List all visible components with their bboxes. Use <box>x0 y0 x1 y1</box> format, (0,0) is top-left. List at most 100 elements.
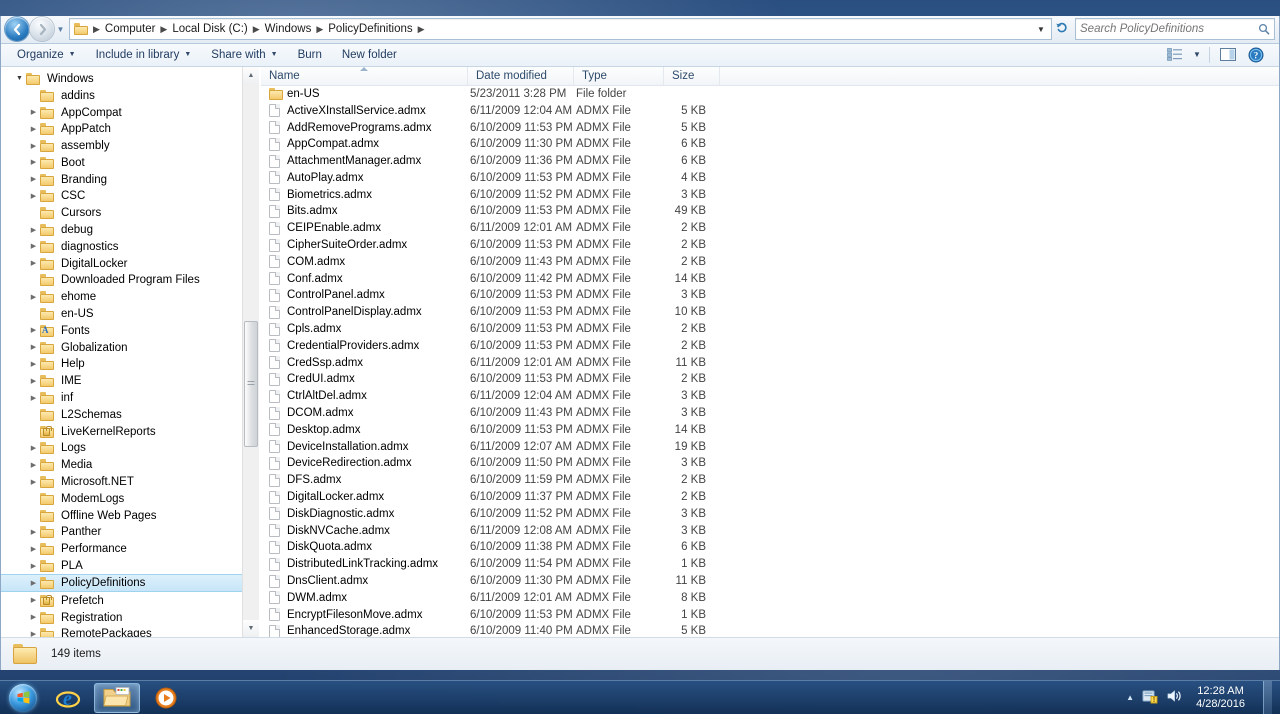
change-view-icon[interactable] <box>1162 45 1188 64</box>
file-row[interactable]: DiskDiagnostic.admx 6/10/2009 11:52 PM ADM… <box>261 505 1279 522</box>
expand-arrow-open-icon[interactable]: ▼ <box>13 75 26 82</box>
tree-item-cursors[interactable]: Cursors <box>1 205 259 222</box>
expand-arrow-closed-icon[interactable]: ▶ <box>27 193 40 200</box>
breadcrumb-item-local-disk[interactable]: Local Disk (C:) <box>169 21 250 37</box>
taskbar-internet-explorer[interactable]: e <box>45 683 91 713</box>
tree-item-addins[interactable]: addins <box>1 87 259 104</box>
file-row[interactable]: AttachmentManager.admx 6/10/2009 11:36 PM… <box>261 153 1279 170</box>
tree-item-panther[interactable]: ▶ Panther <box>1 524 259 541</box>
file-row[interactable]: AddRemovePrograms.admx 6/10/2009 11:53 PM… <box>261 119 1279 136</box>
expand-arrow-closed-icon[interactable]: ▶ <box>27 462 40 469</box>
include-in-library-button[interactable]: Include in library ▼ <box>86 45 202 65</box>
tree-item-policydefinitions[interactable]: ▶ PolicyDefinitions <box>1 574 259 593</box>
expand-arrow-closed-icon[interactable]: ▶ <box>27 344 40 351</box>
breadcrumb-item-windows[interactable]: Windows <box>262 21 315 37</box>
refresh-button[interactable] <box>1052 21 1072 38</box>
tree-item-ime[interactable]: ▶ IME <box>1 373 259 390</box>
file-row[interactable]: ControlPanel.admx 6/10/2009 11:53 PM ADMX … <box>261 287 1279 304</box>
file-row[interactable]: DeviceInstallation.admx 6/11/2009 12:07 A… <box>261 438 1279 455</box>
file-row[interactable]: ControlPanelDisplay.admx 6/10/2009 11:53 … <box>261 304 1279 321</box>
expand-arrow-closed-icon[interactable]: ▶ <box>27 395 40 402</box>
action-center-icon[interactable]: ! <box>1142 689 1158 707</box>
expand-arrow-closed-icon[interactable]: ▶ <box>27 445 40 452</box>
tree-item-ehome[interactable]: ▶ ehome <box>1 289 259 306</box>
file-row[interactable]: EncryptFilesonMove.admx 6/10/2009 11:53 P… <box>261 606 1279 623</box>
back-button[interactable] <box>5 17 29 42</box>
burn-button[interactable]: Burn <box>288 45 332 65</box>
expand-arrow-closed-icon[interactable]: ▶ <box>27 529 40 536</box>
tree-item-logs[interactable]: ▶ Logs <box>1 440 259 457</box>
column-header-size[interactable]: Size <box>664 66 720 86</box>
tree-item-windows[interactable]: ▼ Windows <box>1 71 259 88</box>
file-row[interactable]: DFS.admx 6/10/2009 11:59 PM ADMX File 2 KB <box>261 472 1279 489</box>
tree-item-fonts[interactable]: ▶ A Fonts <box>1 322 259 339</box>
file-row[interactable]: DiskQuota.admx 6/10/2009 11:38 PM ADMX Fil… <box>261 539 1279 556</box>
file-row[interactable]: DistributedLinkTracking.admx 6/10/2009 11… <box>261 556 1279 573</box>
tree-item-modemlogs[interactable]: ModemLogs <box>1 490 259 507</box>
file-row[interactable]: CipherSuiteOrder.admx 6/10/2009 11:53 PM A… <box>261 237 1279 254</box>
tree-item-remotepackages[interactable]: ▶ RemotePackages <box>1 626 259 638</box>
file-row[interactable]: CtrlAltDel.admx 6/11/2009 12:04 AM ADMX Fi… <box>261 388 1279 405</box>
expand-arrow-closed-icon[interactable]: ▶ <box>27 109 40 116</box>
expand-arrow-closed-icon[interactable]: ▶ <box>27 327 40 334</box>
expand-arrow-closed-icon[interactable]: ▶ <box>27 227 40 234</box>
tree-item-microsoft-net[interactable]: ▶ Microsoft.NET <box>1 474 259 491</box>
file-row[interactable]: AutoPlay.admx 6/10/2009 11:53 PM ADMX File… <box>261 170 1279 187</box>
expand-arrow-closed-icon[interactable]: ▶ <box>27 159 40 166</box>
tree-item-registration[interactable]: ▶ Registration <box>1 609 259 626</box>
column-header-type[interactable]: Type <box>574 66 664 86</box>
help-icon[interactable]: ? <box>1243 45 1269 64</box>
breadcrumb-item-policydefinitions[interactable]: PolicyDefinitions <box>325 21 415 37</box>
expand-arrow-closed-icon[interactable]: ▶ <box>27 294 40 301</box>
file-row[interactable]: DeviceRedirection.admx 6/10/2009 11:50 PM… <box>261 455 1279 472</box>
scroll-up-arrow[interactable]: ▲ <box>243 66 259 84</box>
taskbar-windows-media-player[interactable] <box>143 683 189 713</box>
expand-arrow-closed-icon[interactable]: ▶ <box>27 563 40 570</box>
tree-item-branding[interactable]: ▶ Branding <box>1 171 259 188</box>
column-header-name[interactable]: Name <box>261 66 468 86</box>
file-row[interactable]: CredUI.admx 6/10/2009 11:53 PM ADMX File 2 … <box>261 371 1279 388</box>
file-row[interactable]: DigitalLocker.admx 6/10/2009 11:37 PM ADMX… <box>261 489 1279 506</box>
breadcrumb-bar[interactable]: ▶ Computer ▶ Local Disk (C:) ▶ Windows ▶… <box>69 18 1052 41</box>
expand-arrow-closed-icon[interactable]: ▶ <box>27 378 40 385</box>
file-row[interactable]: CredSsp.admx 6/11/2009 12:01 AM ADMX File 1… <box>261 354 1279 371</box>
tree-item-assembly[interactable]: ▶ assembly <box>1 138 259 155</box>
tree-item-help[interactable]: ▶ Help <box>1 356 259 373</box>
expand-arrow-closed-icon[interactable]: ▶ <box>27 243 40 250</box>
show-desktop-button[interactable] <box>1263 680 1272 714</box>
tree-item-globalization[interactable]: ▶ Globalization <box>1 339 259 356</box>
expand-arrow-closed-icon[interactable]: ▶ <box>27 143 40 150</box>
file-row[interactable]: DiskNVCache.admx 6/11/2009 12:08 AM ADMX F… <box>261 522 1279 539</box>
expand-arrow-closed-icon[interactable]: ▶ <box>27 361 40 368</box>
nav-pane-scrollbar[interactable]: ▲ ▼ <box>242 66 259 638</box>
file-row[interactable]: CEIPEnable.admx 6/11/2009 12:01 AM ADMX Fi… <box>261 220 1279 237</box>
expand-arrow-closed-icon[interactable]: ▶ <box>27 260 40 267</box>
share-with-button[interactable]: Share with ▼ <box>201 45 287 65</box>
tree-item-offline-web-pages[interactable]: Offline Web Pages <box>1 507 259 524</box>
tree-item-digitallocker[interactable]: ▶ DigitalLocker <box>1 255 259 272</box>
tree-item-apppatch[interactable]: ▶ AppPatch <box>1 121 259 138</box>
start-button[interactable] <box>4 683 42 713</box>
file-row[interactable]: DWM.admx 6/11/2009 12:01 AM ADMX File 8 KB <box>261 589 1279 606</box>
tree-item-appcompat[interactable]: ▶ AppCompat <box>1 104 259 121</box>
tree-item-downloaded-program-files[interactable]: Downloaded Program Files <box>1 272 259 289</box>
file-row[interactable]: Bits.admx 6/10/2009 11:53 PM ADMX File 49 K… <box>261 203 1279 220</box>
expand-arrow-closed-icon[interactable]: ▶ <box>27 479 40 486</box>
file-row[interactable]: EnhancedStorage.admx 6/10/2009 11:40 PM AD… <box>261 623 1279 638</box>
file-row[interactable]: DCOM.admx 6/10/2009 11:43 PM ADMX File 3 KB <box>261 405 1279 422</box>
tree-item-pla[interactable]: ▶ PLA <box>1 558 259 575</box>
file-row[interactable]: Desktop.admx 6/10/2009 11:53 PM ADMX File 1… <box>261 421 1279 438</box>
taskbar-windows-explorer[interactable] <box>94 682 140 713</box>
view-dropdown-caret[interactable]: ▼ <box>1190 45 1204 64</box>
taskbar-clock[interactable]: 12:28 AM 4/28/2016 <box>1190 685 1251 711</box>
tree-item-media[interactable]: ▶ Media <box>1 457 259 474</box>
column-header-date-modified[interactable]: Date modified <box>468 66 574 86</box>
expand-arrow-closed-icon[interactable]: ▶ <box>27 176 40 183</box>
scroll-down-arrow[interactable]: ▼ <box>243 620 259 638</box>
file-row[interactable]: Biometrics.admx 6/10/2009 11:52 PM ADMX Fi… <box>261 186 1279 203</box>
file-row[interactable]: COM.admx 6/10/2009 11:43 PM ADMX File 2 KB <box>261 253 1279 270</box>
scrollbar-thumb[interactable] <box>244 320 258 447</box>
preview-pane-icon[interactable] <box>1215 45 1241 64</box>
tree-item-l2schemas[interactable]: L2Schemas <box>1 406 259 423</box>
expand-arrow-closed-icon[interactable]: ▶ <box>27 597 40 604</box>
